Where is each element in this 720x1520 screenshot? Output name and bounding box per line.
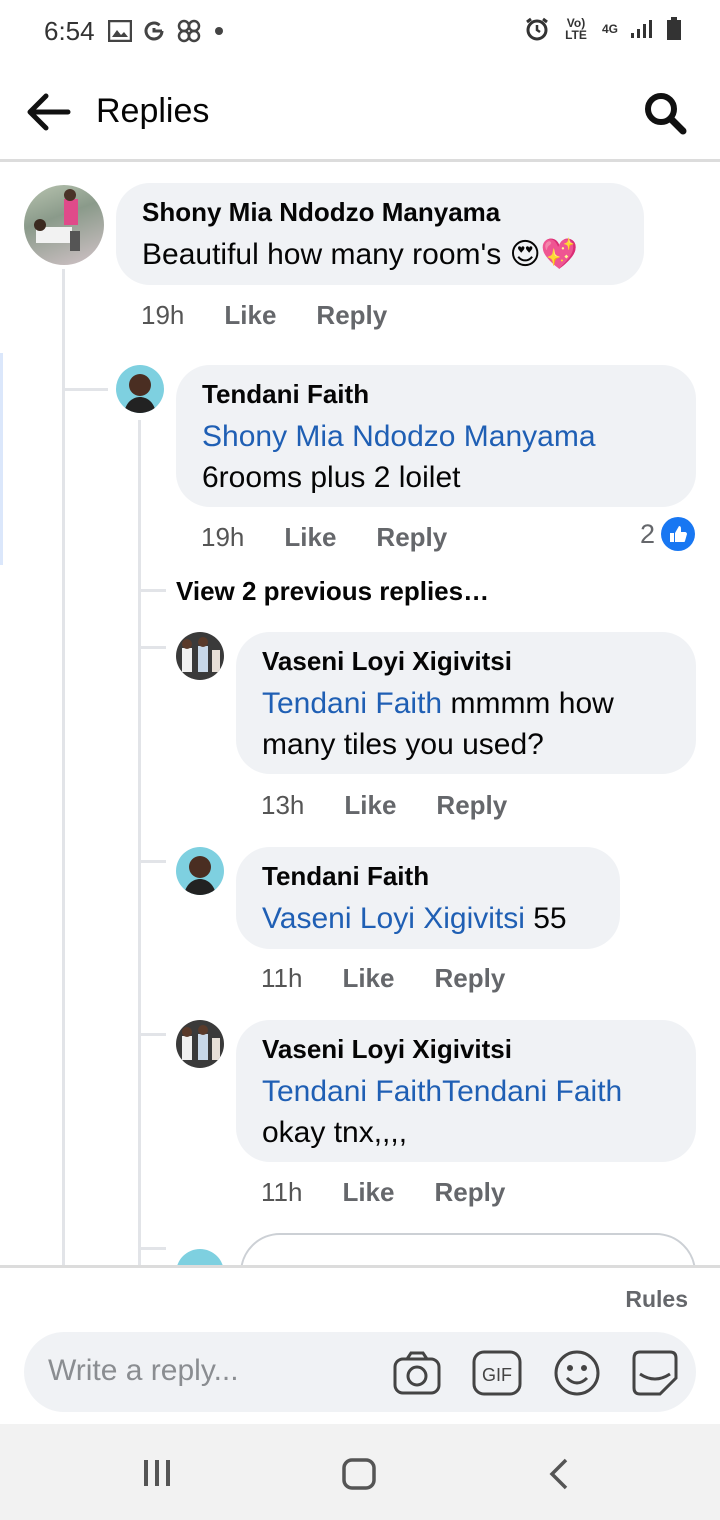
back-arrow-icon[interactable]: [24, 88, 72, 136]
comment-bubble[interactable]: Vaseni Loyi Xigivitsi Tendani Faith mmmm…: [236, 632, 696, 774]
comment-bubble[interactable]: Vaseni Loyi Xigivitsi Tendani FaithTenda…: [236, 1020, 696, 1162]
thread-connector: [138, 1033, 166, 1036]
comment-bubble[interactable]: Tendani Faith Vaseni Loyi Xigivitsi 55: [236, 847, 620, 949]
reply-button[interactable]: Reply: [376, 522, 447, 553]
comment-time: 19h: [201, 522, 245, 552]
comment-actions: 11h Like Reply: [261, 963, 505, 994]
reaction-count[interactable]: 2: [640, 517, 696, 551]
avatar[interactable]: [176, 847, 224, 895]
reaction-count-number: 2: [640, 518, 656, 549]
image-icon: [108, 20, 132, 42]
comment-actions: 11h Like Reply: [261, 1177, 505, 1208]
thread-line: [138, 420, 141, 1265]
comment-text: Shony Mia Ndodzo Manyama 6rooms plus 2 l…: [202, 420, 596, 494]
like-button[interactable]: Like: [224, 300, 276, 331]
page-title: Replies: [96, 92, 210, 130]
avatar[interactable]: [116, 365, 164, 413]
sticker-icon[interactable]: [630, 1348, 680, 1398]
status-time: 6:54: [44, 16, 95, 46]
avatar[interactable]: [176, 1020, 224, 1068]
reply-button[interactable]: Reply: [434, 1177, 505, 1208]
thread-line: [62, 269, 65, 1265]
reply-button[interactable]: Reply: [436, 790, 507, 821]
google-g-icon: [144, 21, 164, 41]
like-button[interactable]: Like: [342, 1177, 394, 1208]
like-button[interactable]: Like: [342, 963, 394, 994]
inline-reply-box[interactable]: [240, 1233, 696, 1265]
app-header: Replies: [0, 60, 720, 162]
camera-icon[interactable]: [392, 1348, 442, 1398]
reply-button[interactable]: Reply: [316, 300, 387, 331]
recents-icon[interactable]: [142, 1458, 172, 1488]
comment-time: 11h: [261, 963, 303, 993]
comment-actions: 19h Like Reply: [141, 300, 387, 331]
emoji-icon[interactable]: [552, 1348, 602, 1398]
svg-text:GIF: GIF: [482, 1365, 512, 1385]
thread-connector: [138, 646, 166, 649]
reply-input-placeholder[interactable]: Write a reply...: [48, 1354, 239, 1388]
commenter-name[interactable]: Tendani Faith: [202, 379, 670, 410]
replies-thread[interactable]: Shony Mia Ndodzo Manyama Beautiful how m…: [0, 165, 720, 1265]
thread-connector: [62, 388, 108, 391]
composer-divider: [0, 1265, 720, 1268]
thread-connector: [138, 589, 166, 592]
view-previous-replies-link[interactable]: View 2 previous replies…: [176, 576, 489, 607]
mention-link[interactable]: Tendani FaithTendani Faith: [262, 1075, 622, 1108]
battery-icon: [667, 17, 681, 40]
comment-actions: 19h Like Reply: [201, 522, 447, 553]
status-bar: 6:54 Vo) LTE 4G: [0, 0, 720, 60]
comment-bubble[interactable]: Tendani Faith Shony Mia Ndodzo Manyama 6…: [176, 365, 696, 507]
commenter-name[interactable]: Vaseni Loyi Xigivitsi: [262, 1034, 670, 1065]
avatar[interactable]: [176, 632, 224, 680]
commenter-name[interactable]: Shony Mia Ndodzo Manyama: [142, 197, 618, 228]
comment-text: Tendani FaithTendani Faith okay tnx,,,,: [262, 1075, 623, 1149]
mention-link[interactable]: Tendani Faith: [262, 687, 442, 720]
comment-time: 19h: [141, 300, 185, 330]
comment-time: 11h: [261, 1177, 303, 1207]
rules-link[interactable]: Rules: [625, 1286, 688, 1313]
like-button[interactable]: Like: [344, 790, 396, 821]
avatar: [176, 1249, 224, 1265]
like-button[interactable]: Like: [284, 522, 336, 553]
highlight-indicator: [0, 353, 3, 565]
volte-indicator: Vo) LTE: [565, 16, 587, 42]
gif-icon[interactable]: GIF: [472, 1348, 522, 1398]
home-icon[interactable]: [342, 1458, 376, 1490]
comment-text: Vaseni Loyi Xigivitsi 55: [262, 902, 567, 935]
commenter-name[interactable]: Tendani Faith: [262, 861, 594, 892]
comment-text: Tendani Faith mmmm how many tiles you us…: [262, 687, 614, 761]
back-icon[interactable]: [548, 1458, 570, 1490]
pinwheel-icon: [177, 19, 201, 43]
thread-connector: [138, 1247, 166, 1250]
comment-text: Beautiful how many room's 😍💖: [142, 238, 579, 271]
reply-composer[interactable]: Write a reply... GIF: [24, 1332, 696, 1412]
thread-connector: [138, 860, 166, 863]
search-icon[interactable]: [642, 90, 688, 136]
mention-link[interactable]: Vaseni Loyi Xigivitsi: [262, 902, 525, 935]
mention-link[interactable]: Shony Mia Ndodzo Manyama: [202, 420, 596, 453]
thumbs-up-icon: [661, 517, 696, 551]
network-4g-indicator: 4G: [601, 22, 618, 36]
comment-time: 13h: [261, 790, 305, 820]
commenter-name[interactable]: Vaseni Loyi Xigivitsi: [262, 646, 670, 677]
comment-bubble[interactable]: Shony Mia Ndodzo Manyama Beautiful how m…: [116, 183, 644, 285]
alarm-icon: [526, 17, 548, 41]
avatar[interactable]: [24, 185, 104, 265]
dot-icon: [215, 27, 223, 35]
comment-actions: 13h Like Reply: [261, 790, 507, 821]
signal-icon: [631, 20, 652, 38]
system-navigation-bar: [0, 1424, 720, 1520]
reply-button[interactable]: Reply: [434, 963, 505, 994]
